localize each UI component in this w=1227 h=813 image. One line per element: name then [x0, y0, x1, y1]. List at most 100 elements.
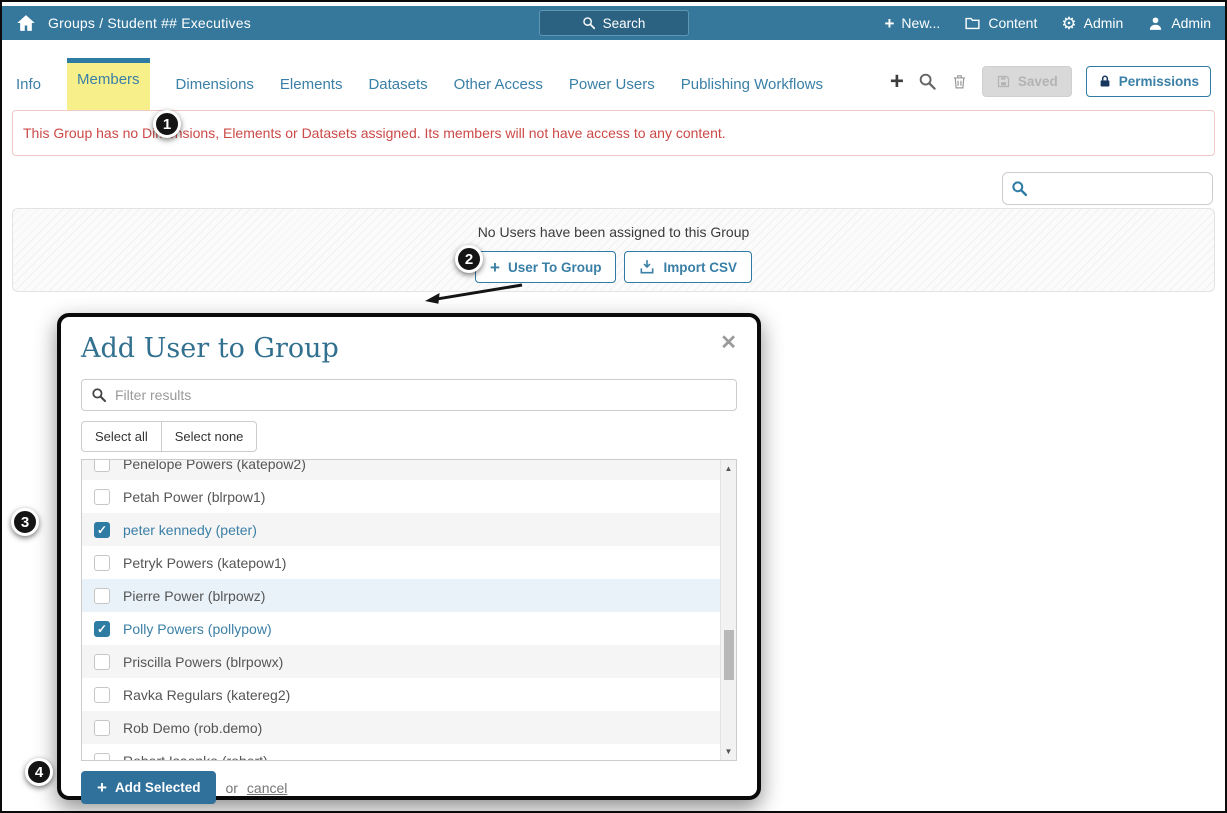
top-navbar: Groups / Student ## Executives Search + …	[2, 6, 1225, 40]
tab-publishing-workflows[interactable]: Publishing Workflows	[681, 63, 823, 113]
user-row[interactable]: Priscilla Powers (blrpowx)	[82, 645, 720, 678]
filter-results-input[interactable]	[115, 387, 727, 403]
saved-button: Saved	[981, 66, 1072, 97]
lock-icon	[1098, 74, 1112, 89]
floppy-icon	[996, 74, 1011, 89]
modal-footer: + Add Selected or cancel	[81, 771, 737, 804]
admin-menu-button[interactable]: ⚙ Admin	[1061, 15, 1123, 32]
user-checkbox[interactable]: ✓	[94, 620, 110, 637]
user-row-label: Petryk Powers (katepow1)	[123, 554, 287, 571]
user-checkbox[interactable]	[94, 752, 110, 760]
user-row[interactable]: ✓ peter kennedy (peter)	[82, 513, 720, 546]
admin-user-button[interactable]: Admin	[1147, 15, 1211, 32]
empty-state-text: No Users have been assigned to this Grou…	[477, 224, 750, 240]
or-text: or	[225, 779, 238, 796]
user-icon	[1147, 15, 1164, 32]
gear-icon: ⚙	[1061, 13, 1077, 33]
user-row-label: Ravka Regulars (katereg2)	[123, 686, 291, 703]
warning-text: This Group has no Dimensions, Elements o…	[23, 125, 726, 141]
scrollbar[interactable]: ▲ ▼	[720, 460, 736, 760]
no-content-warning: This Group has no Dimensions, Elements o…	[12, 110, 1215, 156]
download-icon	[639, 259, 655, 275]
user-row[interactable]: Penelope Powers (katepow2)	[82, 459, 720, 480]
user-row[interactable]: Petryk Powers (katepow1)	[82, 546, 720, 579]
user-row-label: Pierre Power (blrpowz)	[123, 587, 266, 604]
tab-dimensions[interactable]: Dimensions	[176, 63, 254, 113]
user-row-label: Robert Isaenko (robert)	[123, 752, 268, 761]
step-4-badge: 4	[25, 758, 53, 786]
scroll-up-icon[interactable]: ▲	[721, 464, 736, 473]
checkbox-check: ✓	[96, 522, 108, 537]
member-search-input[interactable]	[1034, 180, 1204, 197]
search-icon	[582, 16, 596, 30]
modal-header: Add User to Group ✕	[81, 333, 737, 364]
user-list-rows: Penelope Powers (katepow2) Petah Power (…	[82, 459, 720, 761]
plus-icon: +	[490, 257, 500, 277]
user-row-label: Penelope Powers (katepow2)	[123, 459, 306, 472]
user-checkbox[interactable]	[94, 554, 110, 571]
search-icon[interactable]	[918, 72, 937, 91]
user-row-label: peter kennedy (peter)	[123, 521, 257, 538]
selection-buttons: Select all Select none	[81, 421, 737, 452]
add-selected-button[interactable]: + Add Selected	[81, 771, 217, 804]
user-row[interactable]: Robert Isaenko (robert)	[82, 744, 720, 761]
tab-datasets[interactable]: Datasets	[368, 63, 427, 113]
tab-elements[interactable]: Elements	[280, 63, 343, 113]
home-icon[interactable]	[16, 13, 36, 33]
screenshot-frame: Groups / Student ## Executives Search + …	[0, 0, 1227, 813]
group-tabs: Info Members Dimensions Elements Dataset…	[16, 58, 823, 113]
global-search-button[interactable]: Search	[538, 10, 689, 36]
permissions-button[interactable]: Permissions	[1085, 66, 1211, 97]
breadcrumb: Groups / Student ## Executives	[48, 15, 251, 31]
folder-icon	[964, 15, 981, 32]
tab-power-users[interactable]: Power Users	[569, 63, 655, 113]
scrollbar-thumb[interactable]	[724, 630, 734, 680]
user-checkbox[interactable]	[94, 488, 110, 505]
user-row-label: Polly Powers (pollypow)	[123, 620, 272, 637]
user-row[interactable]: Rob Demo (rob.demo)	[82, 711, 720, 744]
tab-info[interactable]: Info	[16, 63, 41, 113]
tab-toolbar: + Saved Permissions	[890, 66, 1211, 97]
add-user-to-group-modal: Add User to Group ✕ Select all Select no…	[57, 313, 761, 804]
user-checkbox[interactable]	[94, 719, 110, 736]
cancel-link[interactable]: cancel	[247, 780, 287, 796]
user-checkbox[interactable]	[94, 686, 110, 703]
checkbox-check: ✓	[96, 621, 108, 636]
plus-icon: +	[884, 13, 895, 33]
tab-members[interactable]: Members	[67, 58, 150, 110]
close-icon[interactable]: ✕	[720, 333, 737, 353]
scroll-down-icon[interactable]: ▼	[721, 747, 736, 756]
user-row[interactable]: Pierre Power (blrpowz)	[82, 579, 720, 612]
user-row-label: Rob Demo (rob.demo)	[123, 719, 263, 736]
user-checkbox[interactable]: ✓	[94, 521, 110, 538]
select-all-button[interactable]: Select all	[81, 421, 162, 452]
annotation-arrow-icon	[425, 283, 523, 304]
content-menu-button[interactable]: Content	[964, 15, 1037, 32]
add-icon[interactable]: +	[890, 69, 904, 94]
user-row[interactable]: Ravka Regulars (katereg2)	[82, 678, 720, 711]
search-icon	[91, 387, 107, 403]
import-csv-button[interactable]: Import CSV	[624, 251, 752, 283]
step-2-badge: 2	[455, 245, 483, 273]
user-checkbox[interactable]	[94, 460, 110, 472]
tab-other-access[interactable]: Other Access	[454, 63, 543, 113]
user-row[interactable]: Petah Power (blrpow1)	[82, 480, 720, 513]
modal-title: Add User to Group	[81, 333, 339, 364]
filter-box	[81, 379, 737, 411]
members-empty-panel: No Users have been assigned to this Grou…	[12, 208, 1215, 292]
plus-icon: +	[97, 778, 107, 797]
member-search-box	[1002, 172, 1213, 205]
search-icon	[1011, 180, 1028, 197]
user-row-label: Priscilla Powers (blrpowx)	[123, 653, 284, 670]
user-checkbox[interactable]	[94, 653, 110, 670]
user-row[interactable]: ✓ Polly Powers (pollypow)	[82, 612, 720, 645]
user-checkbox[interactable]	[94, 587, 110, 604]
new-menu-button[interactable]: + New...	[884, 15, 940, 32]
step-3-badge: 3	[11, 508, 39, 536]
step-1-badge: 1	[153, 110, 181, 138]
navbar-actions: + New... Content ⚙ Admin Admin	[884, 15, 1211, 32]
select-none-button[interactable]: Select none	[161, 421, 258, 452]
user-row-label: Petah Power (blrpow1)	[123, 488, 266, 505]
user-list: Penelope Powers (katepow2) Petah Power (…	[81, 459, 737, 761]
trash-icon[interactable]	[951, 73, 968, 90]
